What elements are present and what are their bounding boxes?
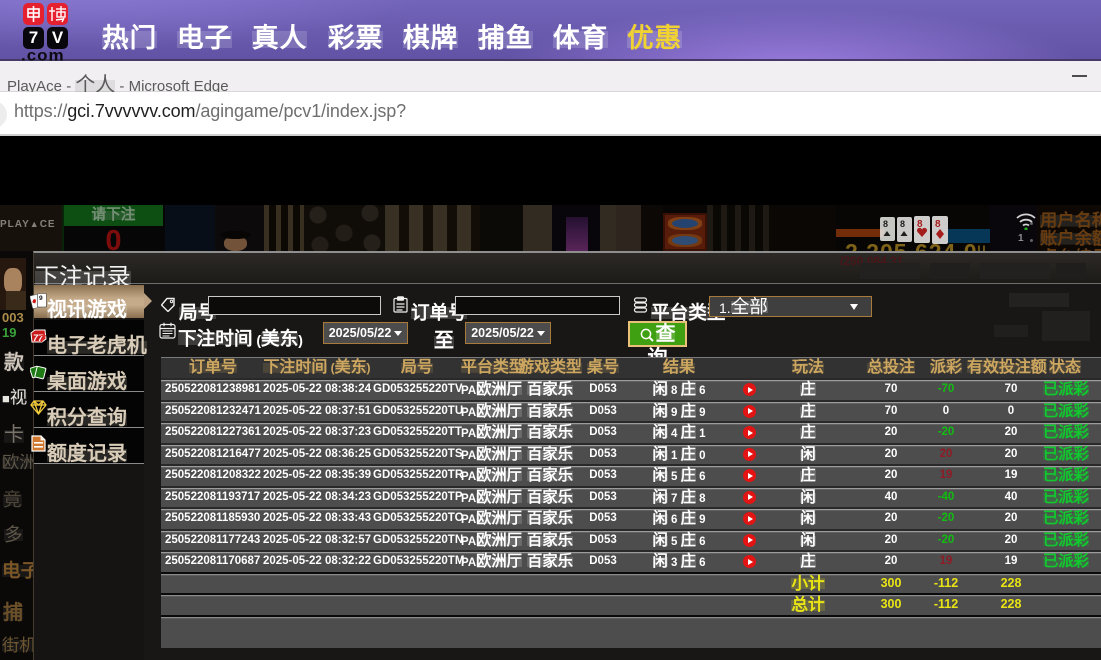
svg-text:9: 9 — [39, 295, 43, 302]
svg-text:8: 8 — [883, 219, 888, 229]
svg-text:8: 8 — [900, 219, 905, 229]
svg-text:7: 7 — [40, 334, 46, 345]
svg-text:8: 8 — [935, 219, 941, 230]
